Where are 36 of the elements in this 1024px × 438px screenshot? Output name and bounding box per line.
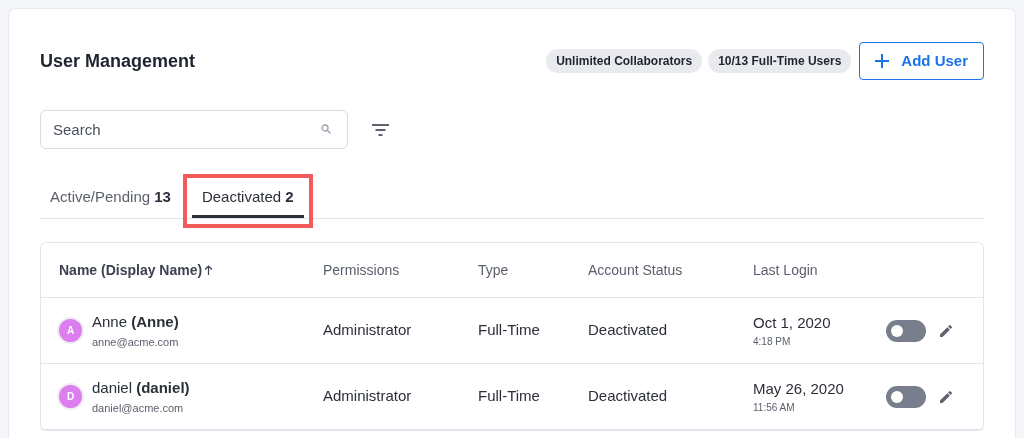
table-cell-text: Full-Time xyxy=(478,386,541,407)
login-date: Oct 1, 2020 xyxy=(753,312,832,333)
table-cell-text: Administrator xyxy=(323,386,413,407)
column-header[interactable]: Name (Display Name) xyxy=(59,259,323,281)
filter-icon[interactable] xyxy=(372,123,389,136)
toggle-switch[interactable] xyxy=(886,319,926,342)
login-time: 4:18 PM xyxy=(753,335,792,350)
user-email: anne@acme.com xyxy=(92,334,179,350)
login-date: May 26, 2020 xyxy=(753,378,845,399)
user-name: Anne (Anne) xyxy=(92,312,179,332)
count-badge: Unlimited Collaborators xyxy=(546,49,703,73)
column-header: Last Login xyxy=(753,260,819,280)
column-header: Account Status xyxy=(588,260,684,280)
add-user-button[interactable]: Add User xyxy=(859,42,984,80)
search-icon xyxy=(321,124,331,134)
login-time: 11:56 AM xyxy=(753,401,796,416)
sort-arrow-icon xyxy=(204,265,214,275)
table-cell-text: Deactivated xyxy=(588,386,669,407)
user-email: daniel@acme.com xyxy=(92,400,185,416)
tab[interactable]: Deactivated 2 xyxy=(191,180,304,218)
column-header: Permissions xyxy=(323,260,401,280)
toggle-switch[interactable] xyxy=(886,385,926,408)
table-cell-text: Deactivated xyxy=(588,320,669,341)
edit-icon[interactable] xyxy=(938,322,954,339)
search-field[interactable]: Search xyxy=(40,110,348,149)
table-cell-text: Full-Time xyxy=(478,320,541,341)
column-header: Type xyxy=(478,260,510,280)
table-cell-text: Administrator xyxy=(323,320,413,341)
edit-icon[interactable] xyxy=(938,388,954,405)
count-badge: 10/13 Full-Time Users xyxy=(708,49,852,73)
avatar: D xyxy=(59,385,82,408)
avatar: A xyxy=(59,319,82,342)
plus-icon xyxy=(875,54,890,68)
user-name: daniel (daniel) xyxy=(92,378,190,398)
page-title: User Management xyxy=(40,49,196,73)
tab[interactable]: Active/Pending 13 xyxy=(40,180,181,218)
